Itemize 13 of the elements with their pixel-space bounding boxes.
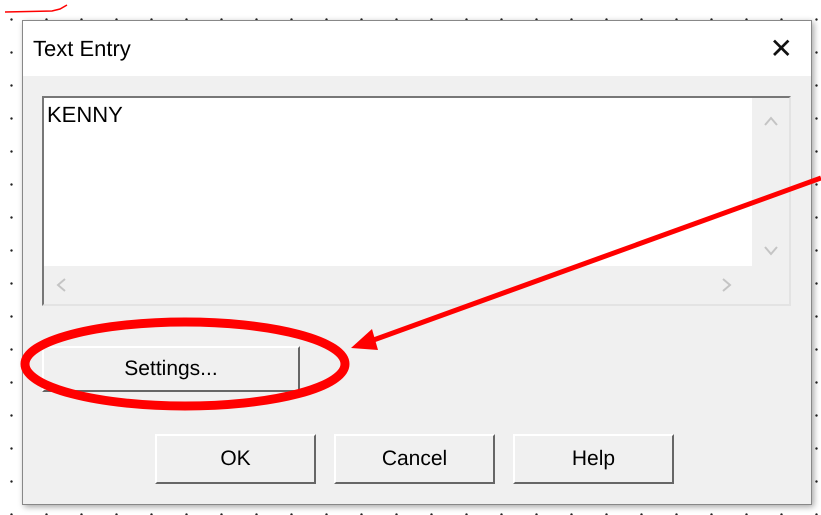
window-title: Text Entry xyxy=(33,36,131,62)
dialog-button[interactable]: Help xyxy=(513,434,674,484)
field-value: KENNY xyxy=(47,102,123,127)
dialog-button[interactable]: Cancel xyxy=(334,434,495,484)
annotation-line xyxy=(4,4,68,13)
close-button[interactable]: ✕ xyxy=(766,32,797,65)
scroll-left-icon[interactable] xyxy=(56,278,66,292)
dialog-button[interactable]: OK xyxy=(155,434,316,484)
scroll-right-icon[interactable] xyxy=(722,278,732,292)
scroll-up-icon[interactable] xyxy=(764,116,778,126)
scroll-down-icon[interactable] xyxy=(764,246,778,256)
text-area-field[interactable]: KENNY xyxy=(42,96,791,306)
settings-button[interactable]: Settings... xyxy=(42,346,300,392)
